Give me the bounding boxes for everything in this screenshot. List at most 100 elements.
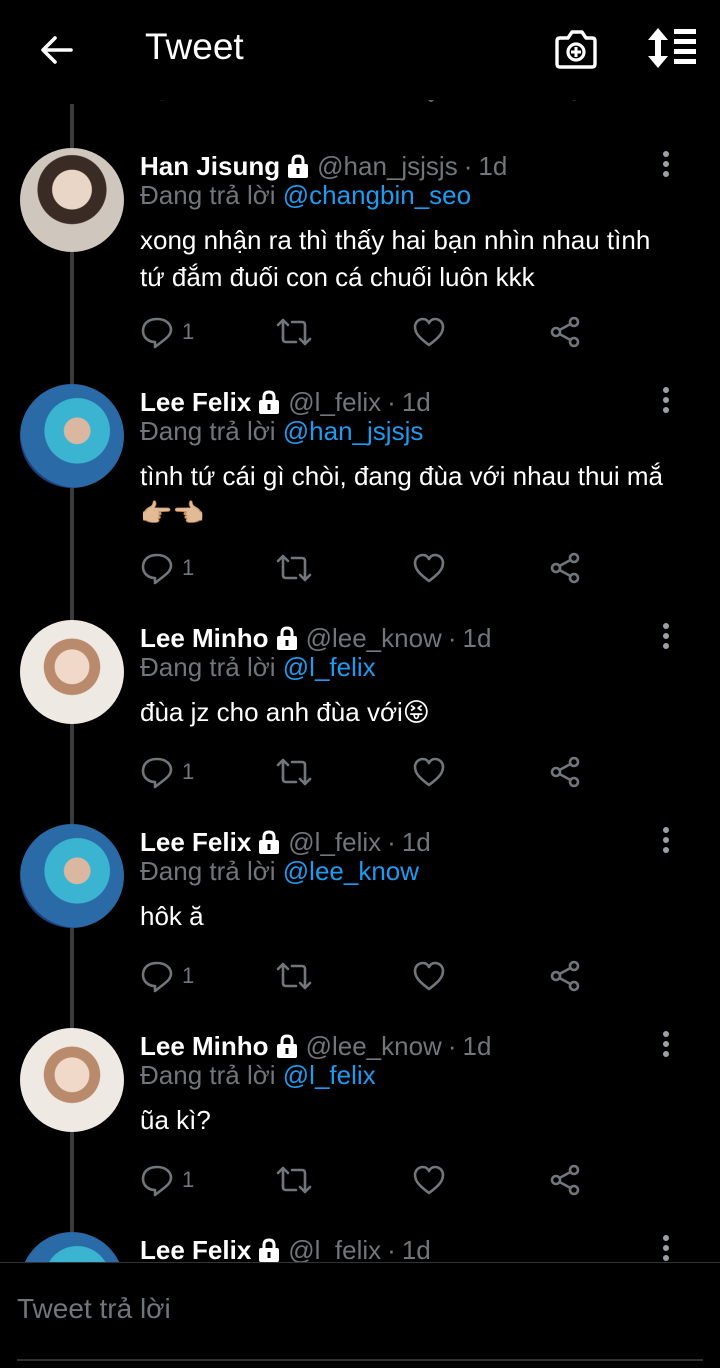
share-button[interactable] bbox=[548, 1160, 582, 1200]
user-handle[interactable]: @lee_know bbox=[306, 623, 442, 654]
mention-link[interactable]: @han_jsjsjs bbox=[283, 416, 424, 446]
like-button[interactable] bbox=[412, 956, 446, 996]
previous-tweet-actions bbox=[0, 100, 720, 112]
tweet-header: Lee Felix @l_felix · 1d bbox=[140, 384, 431, 420]
replying-to: Đang trả lời @l_felix bbox=[140, 1060, 376, 1091]
tweet-text: xong nhận ra thì thấy hai bạn nhìn nhau … bbox=[140, 225, 651, 292]
thread-line bbox=[70, 724, 74, 824]
retweet-button[interactable] bbox=[274, 956, 314, 996]
replying-to: Đang trả lời @lee_know bbox=[140, 856, 419, 887]
page-title: Tweet bbox=[145, 26, 244, 67]
reply-icon bbox=[141, 757, 173, 789]
mention-link[interactable]: @l_felix bbox=[283, 1060, 376, 1090]
like-button[interactable] bbox=[412, 752, 446, 792]
retweet-button[interactable] bbox=[274, 312, 314, 352]
avatar[interactable] bbox=[20, 384, 124, 488]
reply-icon bbox=[141, 961, 173, 993]
tweet-header: Lee Minho @lee_know · 1d bbox=[140, 620, 491, 656]
avatar[interactable] bbox=[20, 1028, 124, 1132]
share-icon bbox=[550, 552, 580, 584]
more-vertical-icon bbox=[663, 623, 669, 649]
share-button[interactable] bbox=[548, 548, 582, 588]
reply-button[interactable]: 1 bbox=[140, 548, 194, 588]
tweet-text: hôk ă bbox=[140, 901, 204, 931]
user-handle[interactable]: @l_felix bbox=[288, 387, 381, 418]
more-options-button[interactable] bbox=[652, 384, 680, 416]
replying-to-label: Đang trả lời bbox=[140, 1060, 283, 1090]
mention-link[interactable]: @l_felix bbox=[283, 652, 376, 682]
arrow-left-icon bbox=[41, 36, 73, 64]
retweet-button[interactable] bbox=[274, 752, 314, 792]
retweet-icon bbox=[276, 554, 312, 582]
heart-icon bbox=[413, 317, 445, 347]
display-name[interactable]: Lee Felix bbox=[140, 387, 251, 418]
tweet-text: tình tứ cái gì chòi, đang đùa với nhau t… bbox=[140, 461, 663, 528]
reply-icon bbox=[141, 317, 173, 349]
avatar[interactable] bbox=[20, 620, 124, 724]
tweet-detail-screen: Tweet Han Jisung @han_jsjsjs · 1d Đang t… bbox=[0, 0, 720, 1368]
display-name[interactable]: Han Jisung bbox=[140, 151, 280, 182]
user-handle[interactable]: @han_jsjsjs bbox=[317, 151, 458, 182]
reply-input[interactable]: Tweet trả lời bbox=[17, 1293, 171, 1325]
top-app-bar: Tweet bbox=[0, 0, 720, 100]
share-button[interactable] bbox=[548, 752, 582, 792]
separator-dot: · bbox=[387, 386, 396, 417]
reply-button[interactable]: 1 bbox=[140, 312, 194, 352]
like-button[interactable] bbox=[412, 312, 446, 352]
avatar[interactable] bbox=[20, 824, 124, 928]
share-icon bbox=[550, 756, 580, 788]
lock-icon bbox=[259, 390, 280, 414]
like-button[interactable] bbox=[412, 548, 446, 588]
avatar[interactable] bbox=[20, 1232, 124, 1262]
display-name[interactable]: Lee Felix bbox=[140, 827, 251, 858]
retweet-button[interactable] bbox=[274, 1160, 314, 1200]
user-handle[interactable]: @lee_know bbox=[306, 1031, 442, 1062]
display-name[interactable]: Lee Felix bbox=[140, 1235, 251, 1263]
more-vertical-icon bbox=[663, 151, 669, 177]
more-options-button[interactable] bbox=[652, 1028, 680, 1060]
lock-icon bbox=[259, 1238, 280, 1262]
replying-to-label: Đang trả lời bbox=[140, 652, 283, 682]
tweet-header: Lee Minho @lee_know · 1d bbox=[140, 1028, 491, 1064]
back-button[interactable] bbox=[34, 28, 78, 72]
more-options-button[interactable] bbox=[652, 620, 680, 652]
user-handle[interactable]: @l_felix bbox=[288, 1235, 381, 1263]
thread-line bbox=[70, 928, 74, 1028]
more-options-button[interactable] bbox=[652, 1232, 680, 1262]
more-options-button[interactable] bbox=[652, 148, 680, 180]
reply-count: 1 bbox=[182, 319, 195, 344]
mention-link[interactable]: @lee_know bbox=[283, 856, 419, 886]
share-button[interactable] bbox=[548, 312, 582, 352]
like-button[interactable] bbox=[412, 1160, 446, 1200]
share-icon bbox=[550, 1164, 580, 1196]
replying-to-label: Đang trả lời bbox=[140, 180, 283, 210]
heart-icon bbox=[413, 553, 445, 583]
camera-button[interactable] bbox=[552, 26, 600, 72]
sort-button[interactable] bbox=[646, 26, 698, 70]
reply-button[interactable]: 1 bbox=[140, 956, 194, 996]
retweet-button[interactable] bbox=[274, 548, 314, 588]
more-options-button[interactable] bbox=[652, 824, 680, 856]
reply-count: 1 bbox=[182, 759, 195, 784]
reply-count: 1 bbox=[182, 963, 195, 988]
retweet-icon bbox=[276, 318, 312, 346]
heart-icon bbox=[413, 757, 445, 787]
tweet-actions: 1 bbox=[140, 956, 600, 996]
share-button[interactable] bbox=[548, 956, 582, 996]
separator-dot: · bbox=[387, 826, 396, 857]
replying-to-label: Đang trả lời bbox=[140, 856, 283, 886]
thread-line bbox=[70, 488, 74, 620]
reply-button[interactable]: 1 bbox=[140, 1160, 194, 1200]
tweet-time: 1d bbox=[462, 622, 492, 653]
display-name[interactable]: Lee Minho bbox=[140, 1031, 269, 1062]
thread-line bbox=[70, 252, 74, 384]
tweet-actions: 1 bbox=[140, 1160, 600, 1200]
avatar[interactable] bbox=[20, 148, 124, 252]
replying-to-label: Đang trả lời bbox=[140, 416, 283, 446]
display-name[interactable]: Lee Minho bbox=[140, 623, 269, 654]
mention-link[interactable]: @changbin_seo bbox=[283, 180, 471, 210]
retweet-icon bbox=[276, 758, 312, 786]
user-handle[interactable]: @l_felix bbox=[288, 827, 381, 858]
reply-button[interactable]: 1 bbox=[140, 752, 194, 792]
replying-to: Đang trả lời @l_felix bbox=[140, 652, 376, 683]
